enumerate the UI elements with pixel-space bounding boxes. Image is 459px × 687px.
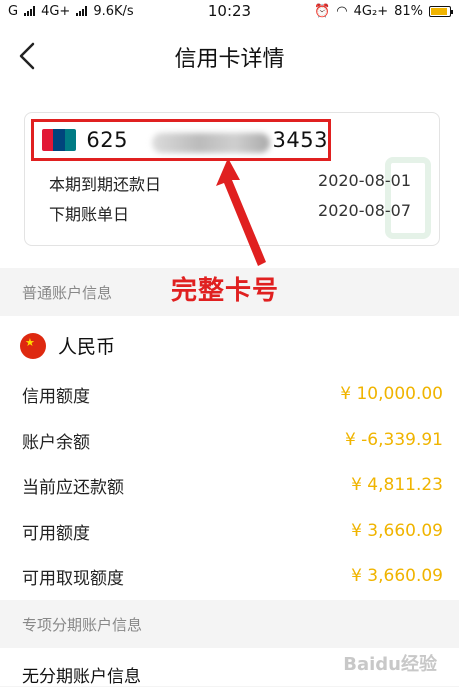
installment-panel: 无分期账户信息 Baidu经验 <box>0 648 459 687</box>
battery-percent: 81% <box>394 3 423 19</box>
row-label: 当前应还款额 <box>22 477 124 498</box>
credit-card[interactable]: 625 3453 本期到期还款日 2020-08-01 下期账单日 2020-0… <box>24 112 440 246</box>
row-label: 账户余额 <box>22 432 90 453</box>
account-section-title: 普通账户信息 <box>22 283 113 302</box>
next-bill-label: 下期账单日 <box>49 205 130 224</box>
account-panel: 人民币 信用额度 ¥ 10,000.00 账户余额 ¥ -6,339.91 当前… <box>0 316 459 600</box>
currency-label: 人民币 <box>58 336 116 358</box>
due-date-label: 本期到期还款日 <box>49 175 162 194</box>
row-label: 可用额度 <box>22 523 90 544</box>
account-row: 当前应还款额 ¥ 4,811.23 <box>22 473 443 498</box>
right-network: 4G₂+ <box>353 3 389 19</box>
no-installment-text: 无分期账户信息 <box>22 667 141 687</box>
battery-icon <box>429 5 453 17</box>
due-date-value: 2020-08-01 <box>318 171 411 190</box>
back-arrow-icon[interactable] <box>18 42 36 70</box>
row-value: ¥ -6,339.91 <box>344 430 443 450</box>
card-watermark-icon <box>385 157 431 239</box>
next-bill-value: 2020-08-07 <box>318 201 411 220</box>
currency-row: 人民币 <box>20 332 115 359</box>
installment-section-header: 专项分期账户信息 <box>0 600 459 648</box>
status-right: ⏰ ◠ 4G₂+ 81% <box>314 3 453 19</box>
status-left: G 4G+ 9.6K/s <box>8 4 134 19</box>
alarm-icon: ⏰ <box>314 3 331 19</box>
row-value: ¥ 3,660.09 <box>351 566 443 586</box>
china-flag-icon <box>20 332 46 359</box>
account-row: 信用额度 ¥ 10,000.00 <box>22 382 443 407</box>
masked-digits <box>152 133 270 153</box>
installment-section-title: 专项分期账户信息 <box>22 615 143 634</box>
carrier-label: G <box>8 3 19 19</box>
status-bar: G 4G+ 9.6K/s 10:23 ⏰ ◠ 4G₂+ 81% <box>0 0 459 22</box>
row-value: ¥ 3,660.09 <box>351 521 443 541</box>
baidu-watermark: Baidu经验 <box>343 654 437 675</box>
account-row: 可用取现额度 ¥ 3,660.09 <box>22 564 443 589</box>
row-value: ¥ 4,811.23 <box>351 475 443 495</box>
wifi-icon: ◠ <box>336 3 348 19</box>
card-section: 625 3453 本期到期还款日 2020-08-01 下期账单日 2020-0… <box>0 92 459 268</box>
net-speed: 9.6K/s <box>93 3 134 19</box>
row-label: 可用取现额度 <box>22 568 124 589</box>
network-label: 4G+ <box>41 3 71 19</box>
signal-icon <box>24 6 36 16</box>
row-value: ¥ 10,000.00 <box>340 384 443 404</box>
account-row: 可用额度 ¥ 3,660.09 <box>22 519 443 544</box>
next-bill-row: 下期账单日 2020-08-07 <box>49 201 411 225</box>
card-number-suffix: 3453 <box>272 128 328 152</box>
annotation-label: 完整卡号 <box>171 276 280 306</box>
due-date-row: 本期到期还款日 2020-08-01 <box>49 171 411 195</box>
unionpay-logo <box>42 129 77 151</box>
signal-icon-2 <box>76 6 88 16</box>
card-number-highlight: 625 3453 <box>31 119 331 161</box>
app-header: 信用卡详情 <box>0 22 459 92</box>
page-title: 信用卡详情 <box>174 47 285 72</box>
row-label: 信用额度 <box>22 386 90 407</box>
card-number-prefix: 625 <box>86 128 128 152</box>
account-row: 账户余额 ¥ -6,339.91 <box>22 428 443 453</box>
